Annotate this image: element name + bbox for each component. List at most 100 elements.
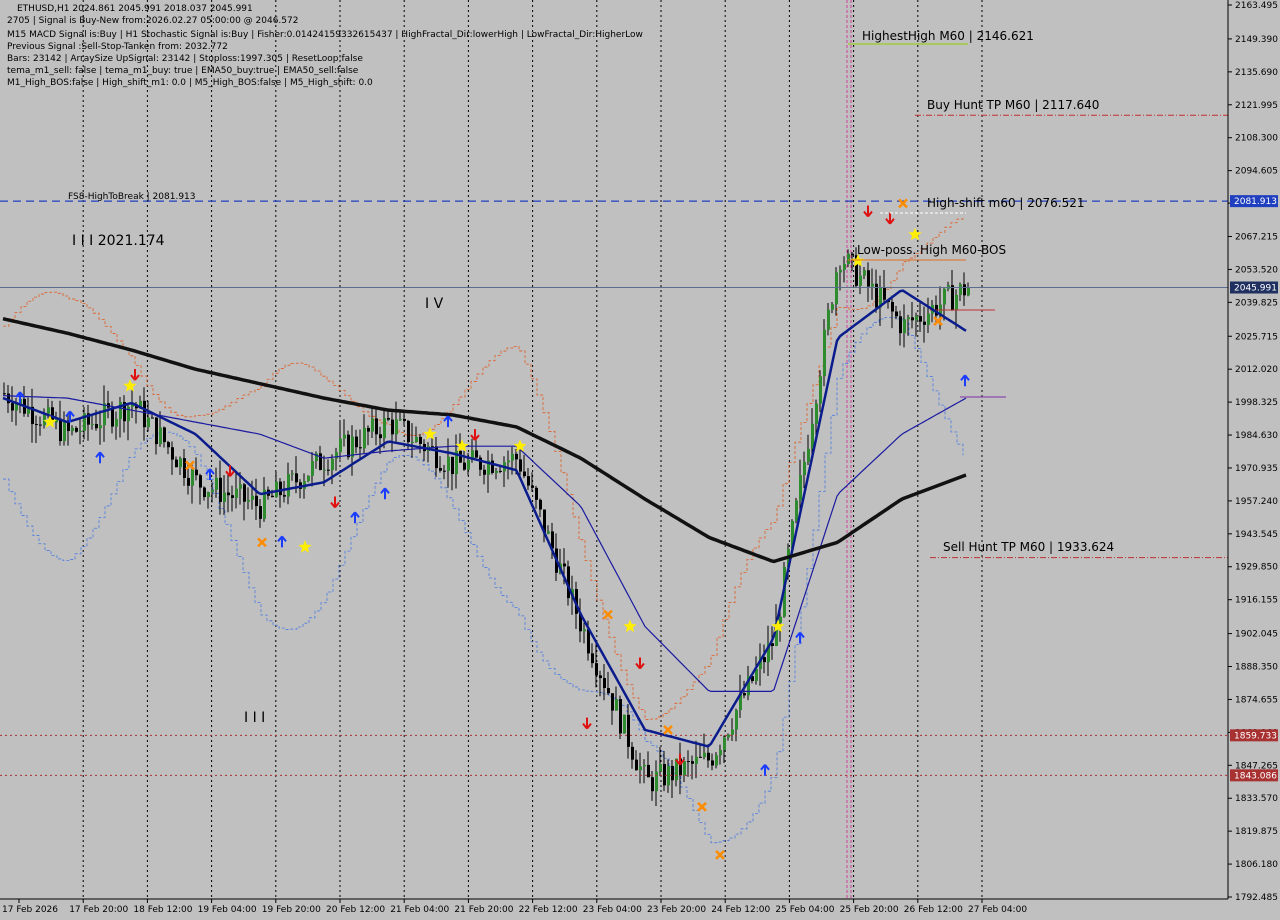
candle-body bbox=[475, 450, 478, 458]
candle-body bbox=[279, 481, 282, 496]
candle-body bbox=[103, 403, 106, 426]
candle-body bbox=[519, 459, 522, 472]
candle-body bbox=[407, 420, 410, 443]
candle-body bbox=[387, 418, 390, 420]
candle-body bbox=[615, 699, 618, 711]
candle-body bbox=[667, 765, 670, 786]
candle-body bbox=[715, 755, 718, 766]
candle-body bbox=[851, 253, 854, 256]
candle-body bbox=[367, 427, 370, 432]
candle-body bbox=[467, 459, 470, 470]
candle-body bbox=[43, 413, 46, 426]
candle-body bbox=[671, 765, 674, 781]
candle-body bbox=[295, 473, 298, 483]
price-tick-label: 1806.180 bbox=[1235, 860, 1278, 870]
candle-body bbox=[411, 441, 414, 443]
candle-body bbox=[371, 418, 374, 432]
time-tick-label: 27 Feb 04:00 bbox=[968, 905, 1027, 915]
candle-body bbox=[527, 476, 530, 486]
time-tick-label: 23 Feb 20:00 bbox=[647, 905, 706, 915]
candle-body bbox=[583, 629, 586, 632]
candle-body bbox=[187, 477, 190, 486]
chart-canvas[interactable]: HighestHigh M60 | 2146.621 Buy Hunt TP M… bbox=[0, 0, 1280, 920]
price-axis: 2163.495 2149.390 2135.690 2121.995 2108.300… bbox=[1228, 1, 1278, 903]
candle-body bbox=[599, 675, 602, 679]
candle-body bbox=[451, 456, 454, 475]
candle-body bbox=[859, 275, 862, 286]
price-tag-label: 2045.991 bbox=[1234, 284, 1277, 294]
candle-body bbox=[211, 489, 214, 493]
candle-body bbox=[235, 488, 238, 498]
price-tick-label: 2108.300 bbox=[1235, 134, 1278, 144]
price-tick-label: 1819.875 bbox=[1235, 827, 1278, 837]
candle-body bbox=[175, 459, 178, 468]
candle-body bbox=[383, 418, 386, 439]
candle-body bbox=[75, 427, 78, 432]
wave-iii-price-label: I I I 2021.174 bbox=[72, 233, 165, 249]
symbol-line: ETHUSD,H1 2024.861 2045.991 2018.037 204… bbox=[17, 4, 253, 14]
candle-body bbox=[651, 777, 654, 792]
candle-body bbox=[331, 458, 334, 471]
candle-body bbox=[415, 436, 418, 442]
candle-body bbox=[111, 407, 114, 427]
candle-body bbox=[727, 734, 730, 738]
candle-body bbox=[827, 309, 830, 330]
time-tick-label: 21 Feb 04:00 bbox=[390, 905, 449, 915]
candle-body bbox=[899, 316, 902, 334]
candle-body bbox=[199, 475, 202, 488]
candle-body bbox=[643, 764, 646, 767]
candle-body bbox=[523, 471, 526, 477]
time-tick-label: 22 Feb 12:00 bbox=[519, 905, 578, 915]
candle-body bbox=[115, 419, 118, 427]
candle-body bbox=[835, 272, 838, 305]
candle-body bbox=[147, 417, 150, 428]
info-line-1: 2705 | Signal is Buy-New from:2026.02.27… bbox=[7, 16, 299, 26]
candle-body bbox=[151, 417, 154, 419]
candle-body bbox=[547, 531, 550, 534]
candle-body bbox=[283, 495, 286, 497]
candle-body bbox=[951, 285, 954, 311]
price-tick-label: 1888.350 bbox=[1235, 663, 1278, 673]
candle-body bbox=[843, 264, 846, 270]
candle-body bbox=[47, 407, 50, 414]
candle-body bbox=[91, 423, 94, 425]
candle-body bbox=[903, 319, 906, 334]
candle-body bbox=[795, 500, 798, 521]
time-tick-label: 17 Feb 20:00 bbox=[69, 905, 128, 915]
time-tick-label: 19 Feb 04:00 bbox=[198, 905, 257, 915]
candle-body bbox=[191, 469, 194, 486]
price-tag-label: 2081.913 bbox=[1234, 197, 1277, 207]
candle-body bbox=[839, 269, 842, 273]
candle-body bbox=[627, 714, 630, 747]
candle-body bbox=[219, 477, 222, 502]
candle-body bbox=[515, 453, 518, 460]
price-tag-label: 1859.733 bbox=[1234, 731, 1277, 741]
candle-body bbox=[695, 756, 698, 764]
candle-body bbox=[395, 419, 398, 435]
candle-body bbox=[603, 678, 606, 689]
price-tick-label: 2149.390 bbox=[1235, 35, 1278, 45]
candle-body bbox=[607, 688, 610, 694]
time-axis: 17 Feb 2026 17 Feb 20:00 18 Feb 12:00 19 Fe… bbox=[2, 899, 1027, 915]
candle-body bbox=[255, 495, 258, 507]
candle-body bbox=[207, 492, 210, 498]
candle-body bbox=[359, 447, 362, 449]
price-tick-label: 1957.240 bbox=[1235, 497, 1278, 507]
candle-body bbox=[463, 462, 466, 470]
candle-body bbox=[339, 438, 342, 453]
candle-body bbox=[967, 287, 970, 296]
candle-body bbox=[287, 474, 290, 497]
candle-body bbox=[587, 629, 590, 654]
candle-body bbox=[363, 427, 366, 449]
candle-body bbox=[35, 424, 38, 426]
candle-body bbox=[163, 427, 166, 443]
candle-body bbox=[915, 316, 918, 321]
candle-body bbox=[647, 764, 650, 778]
info-line-5: tema_m1_sell: false | tema_m1_buy: true … bbox=[7, 66, 359, 76]
price-tick-label: 2135.690 bbox=[1235, 68, 1278, 78]
candle-body bbox=[539, 499, 542, 510]
candle-body bbox=[871, 283, 874, 287]
time-tick-label: 26 Feb 12:00 bbox=[904, 905, 963, 915]
info-line-2: M15 MACD Signal is:Buy | H1 Stochastic S… bbox=[7, 30, 643, 40]
candle-body bbox=[803, 461, 806, 476]
